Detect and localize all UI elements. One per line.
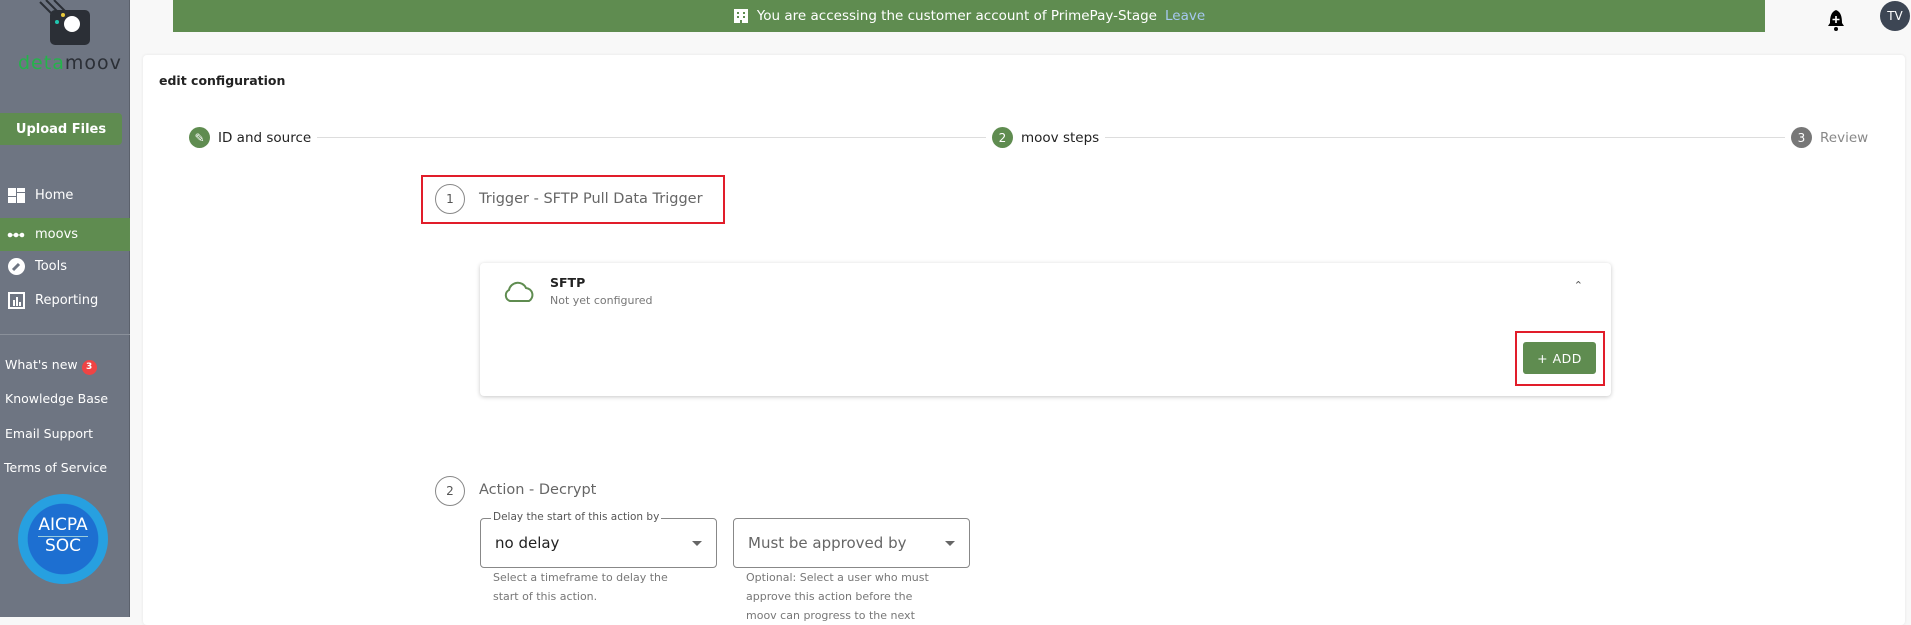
- aicpa-soc-badge: AICPA SOC: [18, 494, 108, 584]
- sidebar-item-reporting[interactable]: Reporting: [0, 284, 130, 317]
- step-number: 3: [1791, 127, 1812, 148]
- whats-new-link[interactable]: What's new 3: [5, 357, 97, 375]
- logo-text-moov: moov: [64, 52, 122, 74]
- trigger-title: Trigger - SFTP Pull Data Trigger: [479, 191, 703, 207]
- badge-line2: SOC: [38, 536, 88, 556]
- building-icon: [733, 9, 748, 23]
- sidebar-item-label: moovs: [35, 227, 79, 242]
- sftp-card-status: Not yet configured: [550, 294, 653, 307]
- email-support-link[interactable]: Email Support: [5, 426, 93, 441]
- delay-help-text: Select a timeframe to delay the start of…: [493, 571, 668, 603]
- sidebar: detamoov Upload Files Home moovs Tools R…: [0, 0, 130, 617]
- terms-of-service-link[interactable]: Terms of Service: [4, 460, 107, 475]
- step-number-circle: 1: [435, 184, 465, 214]
- edit-configuration-card: edit configuration ✎ ID and source 2 moov …: [143, 55, 1905, 625]
- step-number-circle: 2: [435, 476, 465, 506]
- pencil-icon: ✎: [189, 127, 210, 148]
- badge-line1: AICPA: [38, 515, 88, 535]
- upload-files-button[interactable]: Upload Files: [0, 113, 122, 145]
- chart-icon: [7, 292, 25, 309]
- approver-select[interactable]: Must be approved by: [733, 518, 970, 568]
- sidebar-divider: [0, 334, 130, 335]
- dots-icon: [7, 227, 25, 243]
- sftp-card: SFTP Not yet configured ⌃: [480, 263, 1611, 396]
- step-moov-steps[interactable]: 2 moov steps: [986, 127, 1106, 148]
- step-number: 2: [992, 127, 1013, 148]
- user-avatar[interactable]: TV: [1880, 1, 1910, 31]
- sftp-card-title: SFTP: [550, 275, 586, 290]
- sidebar-item-tools[interactable]: Tools: [0, 250, 130, 283]
- knowledge-base-link[interactable]: Knowledge Base: [5, 391, 108, 406]
- step-label: ID and source: [218, 129, 312, 146]
- step-id-and-source[interactable]: ✎ ID and source: [183, 127, 318, 148]
- page-title: edit configuration: [159, 73, 286, 88]
- delay-select[interactable]: Delay the start of this action by no del…: [480, 511, 717, 568]
- logo-mark-icon: [39, 0, 90, 45]
- approver-help-text: Optional: Select a user who must approve…: [746, 571, 929, 622]
- delay-select-value: no delay: [495, 534, 560, 552]
- delay-select-label: Delay the start of this action by: [491, 511, 662, 523]
- collapse-chevron-icon[interactable]: ⌃: [1574, 279, 1583, 292]
- dropdown-arrow-icon: [692, 541, 702, 551]
- sidebar-item-moovs[interactable]: moovs: [0, 218, 130, 251]
- home-grid-icon: [7, 188, 25, 204]
- impersonation-banner: You are accessing the customer account o…: [173, 0, 1765, 32]
- sidebar-item-label: Home: [35, 188, 74, 203]
- leave-link[interactable]: Leave: [1165, 8, 1205, 24]
- whats-new-badge: 3: [81, 360, 97, 375]
- step-review[interactable]: 3 Review: [1785, 127, 1875, 148]
- add-button[interactable]: + ADD: [1523, 342, 1596, 374]
- sidebar-item-label: Tools: [35, 259, 68, 274]
- dropdown-arrow-icon: [945, 541, 955, 551]
- banner-text: You are accessing the customer account o…: [756, 8, 1157, 24]
- action-title: Action - Decrypt: [479, 482, 597, 498]
- whats-new-label: What's new: [5, 357, 78, 372]
- cloud-icon: [504, 281, 534, 302]
- sidebar-item-home[interactable]: Home: [0, 179, 130, 212]
- step-label: Review: [1820, 129, 1869, 146]
- sidebar-item-label: Reporting: [35, 293, 99, 308]
- notification-bell-icon[interactable]: [1826, 9, 1846, 35]
- wrench-icon: [7, 258, 25, 275]
- logo-text-deta: deta: [18, 52, 65, 74]
- step-label: moov steps: [1021, 129, 1100, 146]
- datamoov-logo[interactable]: detamoov: [10, 0, 122, 76]
- approver-select-placeholder: Must be approved by: [748, 534, 907, 552]
